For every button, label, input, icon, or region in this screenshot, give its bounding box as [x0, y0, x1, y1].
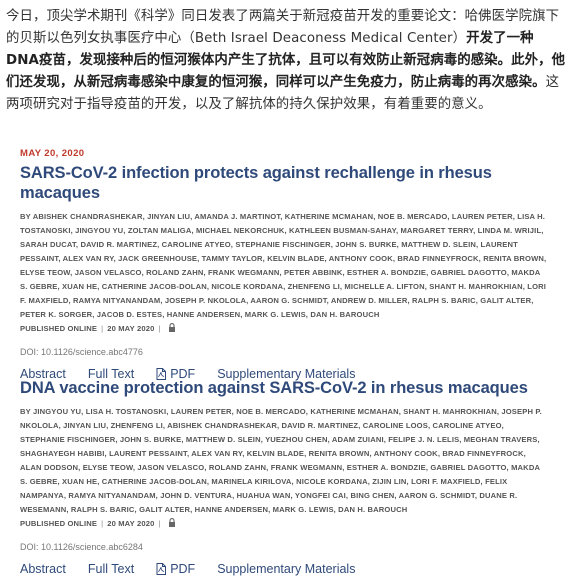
lock-icon — [168, 323, 176, 337]
published-date: 20 MAY 2020 — [107, 519, 155, 528]
published-label: PUBLISHED ONLINE — [20, 324, 98, 333]
article-doi: DOI: 10.1126/science.abc4776 — [20, 347, 143, 357]
article-links: Abstract Full Text PDF Supplementary Mat… — [20, 562, 550, 576]
article-card: MAY 20, 2020 SARS-CoV-2 infection protec… — [20, 148, 550, 381]
pdf-icon — [156, 563, 167, 575]
separator: | — [158, 324, 161, 333]
separator: | — [101, 324, 104, 333]
article-doi: DOI: 10.1126/science.abc6284 — [20, 542, 143, 552]
separator: | — [158, 519, 161, 528]
lock-icon — [168, 518, 176, 532]
pdf-link[interactable]: PDF — [156, 562, 195, 576]
article-title[interactable]: SARS-CoV-2 infection protects against re… — [20, 163, 550, 203]
article-title[interactable]: DNA vaccine protection against SARS-CoV-… — [20, 378, 550, 398]
full-text-link[interactable]: Full Text — [88, 562, 134, 576]
article-date: MAY 20, 2020 — [20, 148, 85, 159]
published-label: PUBLISHED ONLINE — [20, 519, 98, 528]
published-date: 20 MAY 2020 — [107, 324, 155, 333]
supplementary-link[interactable]: Supplementary Materials — [217, 562, 355, 576]
article-authors: BY ABISHEK CHANDRASHEKAR, JINYAN LIU, AM… — [20, 212, 547, 319]
separator: | — [101, 519, 104, 528]
pdf-label: PDF — [170, 562, 196, 576]
abstract-link[interactable]: Abstract — [20, 562, 66, 576]
published-line: PUBLISHED ONLINE | 20 MAY 2020 | — [20, 517, 550, 532]
article-card: DNA vaccine protection against SARS-CoV-… — [20, 374, 550, 576]
intro-paragraph: 今日，顶尖学术期刊《科学》同日发表了两篇关于新冠疫苗开发的重要论文：哈佛医学院旗… — [6, 6, 566, 116]
published-line: PUBLISHED ONLINE | 20 MAY 2020 | — [20, 322, 550, 337]
article-authors: BY JINGYOU YU, LISA H. TOSTANOSKI, LAURE… — [20, 407, 542, 514]
